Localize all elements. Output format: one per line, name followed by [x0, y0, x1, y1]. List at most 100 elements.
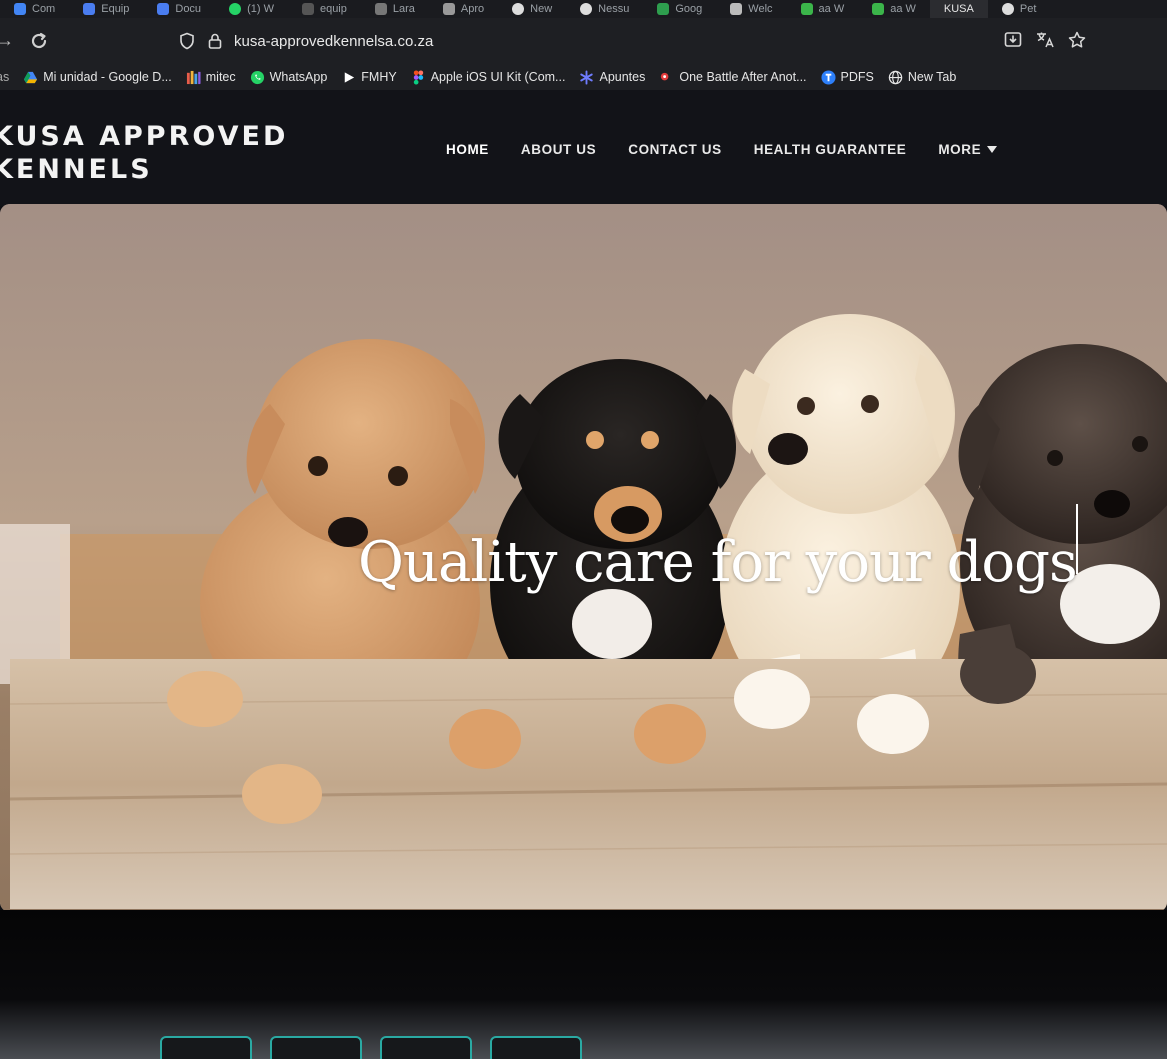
tab-label: aa W: [890, 3, 916, 15]
tab-7[interactable]: New: [498, 0, 566, 18]
tab-label: Welc: [748, 3, 773, 15]
main-nav: HOME ABOUT US CONTACT US HEALTH GUARANTE…: [446, 142, 998, 157]
tab-label: Docu: [175, 3, 202, 15]
page-icon: [301, 3, 314, 15]
tab-4[interactable]: equip: [288, 0, 361, 18]
keyboard-row: [160, 1036, 582, 1059]
page-icon: [512, 3, 525, 15]
hero-banner: Quality care for your dogs: [0, 204, 1167, 912]
nav-more[interactable]: MORE: [938, 142, 998, 157]
tab-6[interactable]: Apro: [429, 0, 498, 18]
shield-icon[interactable]: [178, 32, 196, 50]
tab-label: Equip: [101, 3, 130, 15]
logo-line-2: KENNELS: [0, 154, 153, 185]
url-text[interactable]: kusa-approvedkennelsa.co.za: [234, 33, 433, 50]
page-icon: [374, 3, 387, 15]
tab-14[interactable]: Pet: [988, 0, 1051, 18]
tab-0[interactable]: Com: [0, 0, 69, 18]
website: KUSA APPROVED KENNELS HOME ABOUT US CONT…: [0, 90, 1167, 912]
docs-icon: [157, 3, 170, 15]
bookmark-item[interactable]: PDFS: [821, 69, 874, 85]
red-dot-icon: [661, 72, 669, 80]
tab-11[interactable]: aa W: [787, 0, 859, 18]
bookmark-label: mitec: [205, 70, 236, 84]
site-header: KUSA APPROVED KENNELS HOME ABOUT US CONT…: [0, 90, 1167, 206]
tab-label: Lara: [392, 3, 415, 15]
page-icon: [800, 3, 813, 15]
bookmark-label: as: [0, 70, 10, 84]
bookmark-label: One Battle After Anot...: [679, 70, 807, 84]
bookmark-label: Apple iOS UI Kit (Com...: [430, 70, 566, 84]
reload-icon[interactable]: [28, 30, 50, 52]
bookmark-label: Mi unidad - Google D...: [43, 70, 172, 84]
tab-2[interactable]: Docu: [143, 0, 215, 18]
nav-about-us[interactable]: ABOUT US: [521, 142, 596, 157]
tab-label: equip: [319, 3, 347, 15]
bar-chart-icon: [186, 70, 201, 84]
bookmarks-bar: as Mi unidad - Google D... mitec WhatsAp…: [0, 64, 1167, 90]
tab-label: Goog: [675, 3, 703, 15]
page-icon: [580, 3, 593, 15]
browser-toolbar: → kusa-approvedkennelsa.co.za: [0, 18, 1167, 64]
bookmark-item[interactable]: WhatsApp: [250, 70, 328, 85]
page-icon: [872, 3, 885, 15]
bookmark-item[interactable]: mitec: [186, 70, 236, 85]
bookmark-item[interactable]: FMHY: [341, 70, 397, 85]
nav-contact-us[interactable]: CONTACT US: [628, 142, 722, 157]
tab-8[interactable]: Nessu: [566, 0, 643, 18]
tab-label: aa W: [818, 3, 845, 15]
tab-label: KUSA: [943, 3, 974, 15]
bookmark-label: New Tab: [907, 70, 957, 84]
forward-icon[interactable]: →: [0, 30, 16, 51]
tab-10[interactable]: Welc: [716, 0, 786, 18]
whatsapp-icon: [250, 70, 264, 84]
tab-label: New: [530, 3, 553, 15]
lock-icon[interactable]: [206, 32, 224, 50]
whatsapp-icon: [229, 3, 242, 15]
address-bar[interactable]: kusa-approvedkennelsa.co.za: [178, 24, 1098, 58]
google-drive-icon: [24, 71, 38, 83]
bookmark-label: WhatsApp: [269, 70, 328, 84]
bookmark-label: Apuntes: [599, 70, 646, 84]
nav-health-guarantee[interactable]: HEALTH GUARANTEE: [754, 142, 907, 157]
tab-strip: Com Equip Docu (1) W equip Lara Apro New…: [0, 0, 1167, 18]
bookmark-item[interactable]: Mi unidad - Google D...: [23, 70, 172, 85]
tab-9[interactable]: Goog: [643, 0, 716, 18]
bookmark-item[interactable]: One Battle After Anot...: [659, 70, 807, 85]
translate-icon[interactable]: [1035, 30, 1055, 50]
tab-label: Nessu: [598, 3, 630, 15]
tab-5[interactable]: Lara: [361, 0, 429, 18]
bookmark-item[interactable]: as: [0, 70, 9, 84]
keyboard-key: [490, 1036, 582, 1059]
pdf-icon: [821, 69, 836, 85]
tab-12[interactable]: aa W: [858, 0, 930, 18]
bookmark-item[interactable]: New Tab: [888, 70, 956, 85]
page-icon: [730, 3, 743, 15]
snowflake-icon: [580, 69, 594, 85]
page-icon: [1001, 3, 1014, 15]
tab-13-active[interactable]: KUSA: [929, 0, 988, 18]
nav-more-label: MORE: [938, 142, 982, 157]
keyboard-key: [160, 1036, 252, 1059]
hero-title: Quality care for your dogs: [358, 530, 1078, 595]
logo-line-1: KUSA APPROVED: [0, 121, 289, 152]
bookmark-star-icon[interactable]: [1067, 30, 1087, 50]
install-app-icon[interactable]: [1003, 30, 1023, 50]
bookmark-item[interactable]: Apple iOS UI Kit (Com...: [411, 69, 566, 85]
screen: Com Equip Docu (1) W equip Lara Apro New…: [0, 0, 1167, 1059]
tab-label: Apro: [460, 3, 485, 15]
docs-icon: [83, 3, 96, 15]
nav-home[interactable]: HOME: [446, 142, 489, 157]
keyboard-key: [270, 1036, 362, 1059]
tab-3[interactable]: (1) W: [215, 0, 288, 18]
play-icon: [345, 71, 355, 83]
bookmark-item[interactable]: Apuntes: [579, 69, 646, 85]
site-logo[interactable]: KUSA APPROVED KENNELS: [0, 120, 288, 186]
tab-label: (1) W: [247, 3, 274, 15]
tab-label: Com: [32, 3, 56, 15]
tab-1[interactable]: Equip: [69, 0, 143, 18]
keyboard-key: [380, 1036, 472, 1059]
google-icon: [14, 3, 26, 15]
page-icon: [657, 3, 670, 15]
page-icon: [442, 3, 455, 15]
